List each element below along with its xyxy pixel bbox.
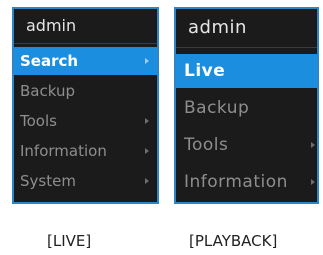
menu-item-label: Tools [184,135,229,155]
live-menu: admin Search Backup Tools Information Sy… [12,7,159,204]
live-menu-item-tools[interactable]: Tools [14,107,157,135]
menu-item-label: Information [184,172,288,192]
live-caption: [LIVE] [47,232,92,250]
live-menu-user-header: admin [14,9,157,44]
submenu-arrow-icon [145,178,149,184]
playback-caption: [PLAYBACK] [189,232,278,250]
live-menu-item-system[interactable]: System [14,167,157,195]
menu-item-label: Backup [184,98,250,118]
live-menu-item-information[interactable]: Information [14,137,157,165]
playback-menu-user-header: admin [176,9,317,48]
menu-item-label: Search [20,52,79,70]
submenu-arrow-icon [311,179,315,185]
playback-menu: admin Live Backup Tools Information [174,7,319,204]
menu-item-label: Information [20,142,107,160]
playback-menu-item-information[interactable]: Information [176,165,317,199]
live-menu-item-search[interactable]: Search [14,47,157,75]
submenu-arrow-icon [145,58,149,64]
playback-menu-item-tools[interactable]: Tools [176,128,317,162]
menu-item-label: System [20,172,76,190]
menu-item-label: Backup [20,82,75,100]
playback-menu-item-backup[interactable]: Backup [176,91,317,125]
menu-item-label: Tools [20,112,57,130]
submenu-arrow-icon [145,148,149,154]
playback-menu-item-live[interactable]: Live [176,54,317,88]
submenu-arrow-icon [145,118,149,124]
submenu-arrow-icon [311,142,315,148]
live-menu-item-backup[interactable]: Backup [14,77,157,105]
menu-item-label: Live [184,61,226,81]
